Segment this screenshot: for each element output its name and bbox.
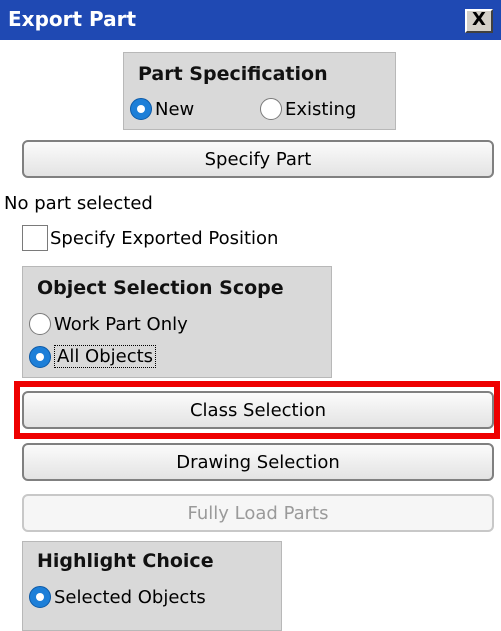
close-button[interactable]: X bbox=[465, 9, 493, 33]
checkbox-box[interactable] bbox=[22, 225, 48, 251]
radio-work-part-only[interactable]: Work Part Only bbox=[29, 313, 188, 335]
close-icon: X bbox=[472, 9, 486, 30]
highlight-choice-group: Highlight Choice Selected Objects bbox=[22, 541, 282, 631]
fully-load-parts-label: Fully Load Parts bbox=[187, 502, 329, 524]
window-title: Export Part bbox=[8, 7, 137, 31]
radio-selected-objects-indicator[interactable] bbox=[29, 586, 51, 608]
radio-new-label: New bbox=[155, 98, 195, 120]
radio-existing-label: Existing bbox=[285, 98, 357, 120]
specify-part-button[interactable]: Specify Part bbox=[22, 140, 494, 178]
object-selection-scope-title: Object Selection Scope bbox=[37, 277, 284, 299]
radio-existing[interactable]: Existing bbox=[260, 98, 356, 120]
radio-work-part-only-indicator[interactable] bbox=[29, 313, 51, 335]
radio-all-objects-indicator[interactable] bbox=[29, 345, 51, 368]
highlight-choice-title: Highlight Choice bbox=[37, 550, 214, 572]
radio-all-objects[interactable]: All Objects bbox=[29, 345, 157, 368]
specify-part-label: Specify Part bbox=[204, 148, 312, 170]
specify-exported-position-checkbox[interactable]: Specify Exported Position bbox=[22, 225, 278, 251]
radio-work-part-only-label: Work Part Only bbox=[54, 313, 188, 335]
part-status-text: No part selected bbox=[4, 193, 153, 214]
red-highlight-box bbox=[14, 381, 500, 439]
part-specification-title: Part Specification bbox=[138, 63, 328, 85]
title-bar: Export Part X bbox=[0, 0, 501, 40]
radio-selected-objects-label: Selected Objects bbox=[54, 586, 206, 608]
part-specification-group: Part Specification New Existing bbox=[123, 52, 396, 130]
fully-load-parts-button: Fully Load Parts bbox=[22, 494, 494, 532]
object-selection-scope-group: Object Selection Scope Work Part Only Al… bbox=[22, 266, 332, 378]
radio-existing-indicator[interactable] bbox=[260, 98, 282, 120]
radio-selected-objects[interactable]: Selected Objects bbox=[29, 586, 206, 608]
radio-new-indicator[interactable] bbox=[130, 98, 152, 120]
radio-all-objects-label: All Objects bbox=[54, 345, 157, 368]
drawing-selection-label: Drawing Selection bbox=[176, 451, 340, 473]
specify-exported-position-label: Specify Exported Position bbox=[50, 227, 279, 249]
radio-new[interactable]: New bbox=[130, 98, 194, 120]
drawing-selection-button[interactable]: Drawing Selection bbox=[22, 443, 494, 481]
